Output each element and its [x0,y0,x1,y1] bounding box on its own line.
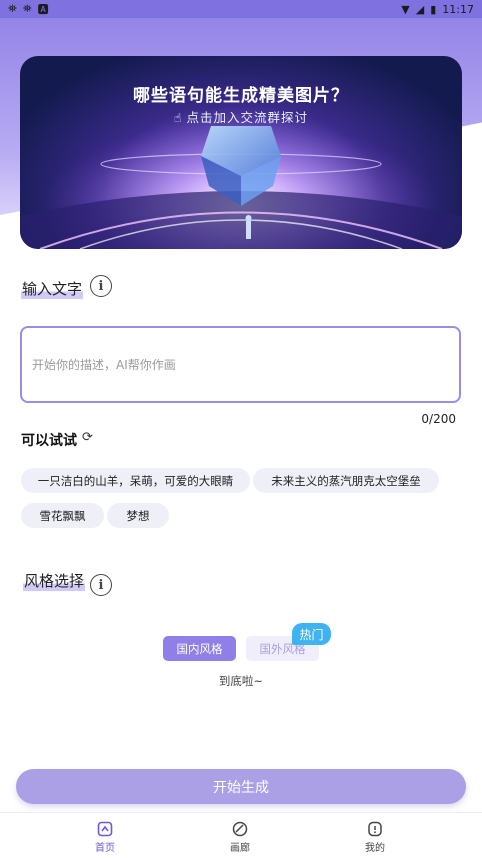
banner-subtitle: ☝ 点击加入交流群探讨 [173,110,309,125]
info-icon[interactable]: i [90,574,112,596]
description-input[interactable]: 开始你的描述，AI帮你作画 [20,326,461,403]
suggestion-chip[interactable]: 未来主义的蒸汽朋克太空堡垒 [253,468,439,493]
status-time: 11:17 [442,2,474,16]
a-icon: 🅰 [37,3,49,16]
status-bar: ⛯ ⛯ 🅰 ▼ ◢ ▮ 11:17 [0,0,482,18]
promo-banner[interactable]: 哪些语句能生成精美图片？ ☝ 点击加入交流群探讨 [20,56,462,249]
nav-home[interactable]: 首页 [75,821,135,854]
banner-title: 哪些语句能生成精美图片？ [133,86,349,106]
generate-button[interactable]: 开始生成 [16,769,466,804]
profile-icon [368,821,382,837]
bottom-nav: 首页 画廊 我的 [0,812,482,858]
hot-badge: 热门 [292,623,331,645]
bug-icon: ⛯ [22,2,32,15]
suggestion-chip[interactable]: 一只洁白的山羊，呆萌，可爱的大眼睛 [21,468,250,493]
bug-icon: ⛯ [8,2,17,15]
end-of-list-text: 到底啦~ [218,674,264,688]
gallery-icon [232,821,248,837]
pointer-hand-icon: ☝ [173,110,183,125]
signal-icon: ◢ [415,2,425,16]
refresh-icon[interactable]: ⟳ [82,430,93,445]
wifi-icon: ▼ [401,2,410,16]
suggestion-chip[interactable]: 梦想 [107,503,169,528]
nav-profile[interactable]: 我的 [345,821,405,854]
style-section-label: 风格选择 [23,570,86,591]
description-placeholder: 开始你的描述，AI帮你作画 [32,358,176,372]
suggestion-chip[interactable]: 雪花飘飘 [21,503,104,528]
home-icon [97,821,113,837]
info-icon[interactable]: i [90,275,112,297]
battery-icon: ▮ [430,2,437,16]
tab-domestic-style[interactable]: 国内风格 [163,636,236,661]
character-counter: 0/200 [421,412,456,426]
nav-gallery[interactable]: 画廊 [210,821,270,854]
input-section-label: 输入文字 [21,278,84,299]
suggestions-title: 可以试试 [21,433,77,449]
